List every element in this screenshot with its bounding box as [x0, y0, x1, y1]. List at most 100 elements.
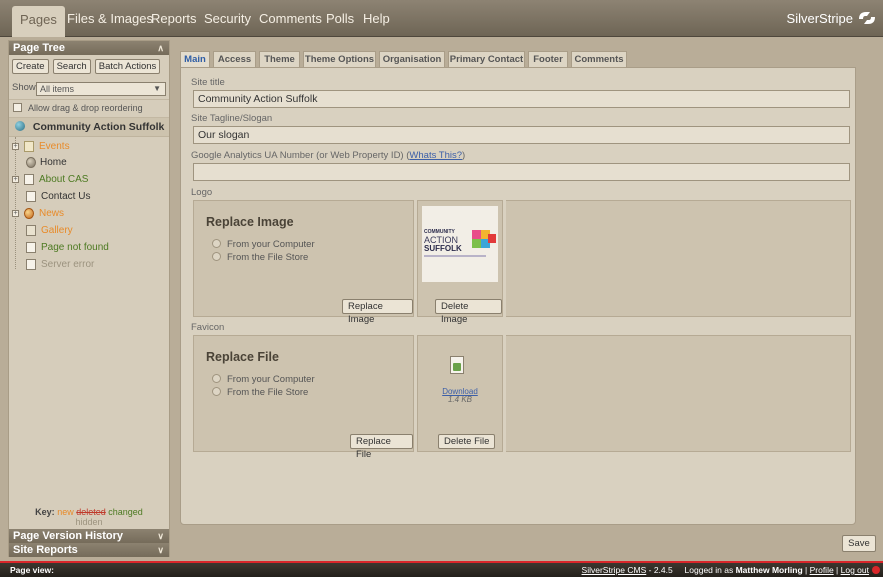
logo-label: Logo — [191, 187, 213, 198]
version-history-title: Page Version History — [13, 530, 124, 542]
tab-comments[interactable]: Comments — [571, 51, 627, 68]
nav-tab-pages[interactable]: Pages — [12, 6, 65, 37]
collapse-icon[interactable]: ∧ — [157, 41, 164, 55]
tab-primary-contact[interactable]: Primary Contact — [448, 51, 525, 68]
tree-item-news[interactable]: + News — [9, 205, 169, 222]
create-button[interactable]: Create — [12, 59, 49, 74]
page-tree: + Events Home + About CAS Contact Us + N… — [9, 137, 169, 277]
logo-from-computer-option[interactable]: From your Computer — [212, 239, 315, 250]
cms-version: - 2.4.5 — [646, 565, 673, 575]
puzzle-piece-icon — [472, 239, 481, 248]
tab-access[interactable]: Access — [213, 51, 256, 68]
tree-item-gallery[interactable]: Gallery — [9, 222, 169, 239]
radio-button[interactable] — [212, 387, 221, 396]
favicon-upload-box: Replace File From your Computer From the… — [193, 335, 414, 460]
save-button[interactable]: Save — [842, 535, 876, 552]
tree-root-label: Community Action Suffolk — [32, 121, 165, 133]
home-icon — [26, 157, 36, 168]
show-label: Show: — [12, 82, 39, 93]
show-select[interactable]: All items ▼ — [36, 82, 166, 96]
delete-image-button[interactable]: Delete Image — [435, 299, 502, 325]
drag-drop-checkbox[interactable] — [13, 103, 22, 112]
page-tree-header[interactable]: Page Tree ∧ — [9, 41, 169, 55]
file-size: 1.4 KB — [447, 395, 472, 404]
tree-item-about[interactable]: + About CAS — [9, 171, 169, 188]
radio-button[interactable] — [212, 374, 221, 383]
globe-icon — [15, 121, 25, 131]
delete-file-button[interactable]: Delete File — [438, 434, 496, 449]
nav-tab-help[interactable]: Help — [355, 5, 398, 33]
logo-thumbnail: COMMUNITY ACTION SUFFOLK — [422, 206, 498, 282]
tree-item-events[interactable]: + Events — [9, 138, 169, 155]
page-view-label: Page view: — [10, 565, 54, 575]
tree-root[interactable]: Community Action Suffolk — [9, 118, 169, 137]
tree-item-contact[interactable]: Contact Us — [9, 188, 169, 205]
replace-image-button[interactable]: Replace Image — [342, 299, 413, 325]
page-icon — [26, 242, 36, 253]
ga-label-text: Google Analytics UA Number (or Web Prope… — [191, 150, 410, 161]
logo-preview-box: COMMUNITY ACTION SUFFOLK Delete Image — [417, 200, 503, 325]
radio-label: From the File Store — [227, 387, 309, 398]
favicon-from-filestore-option[interactable]: From the File Store — [212, 387, 308, 398]
key-changed: changed — [108, 507, 143, 517]
tree-item-label: Events — [39, 141, 70, 152]
logged-in-prefix: Logged in as — [684, 565, 736, 575]
logo-upload-box: Replace Image From your Computer From th… — [193, 200, 414, 325]
tab-theme[interactable]: Theme — [259, 51, 300, 68]
logo-strapline-bar — [424, 255, 486, 257]
tree-item-home[interactable]: Home — [9, 154, 169, 171]
site-title-label: Site title — [191, 77, 225, 88]
page-icon — [26, 259, 36, 270]
expand-icon[interactable]: ∨ — [157, 543, 164, 557]
drag-drop-option[interactable]: Allow drag & drop reordering — [9, 99, 169, 118]
replace-image-title: Replace Image — [206, 215, 294, 229]
expand-icon[interactable]: + — [12, 176, 19, 183]
user-name: Matthew Morling — [735, 565, 803, 575]
tab-footer[interactable]: Footer — [528, 51, 568, 68]
gallery-icon — [26, 225, 36, 236]
logo-from-filestore-option[interactable]: From the File Store — [212, 252, 308, 263]
cms-link[interactable]: SilverStripe CMS — [582, 565, 647, 575]
logo-text-action: ACTION — [424, 235, 459, 245]
puzzle-piece-icon — [488, 234, 496, 243]
replace-file-button[interactable]: Replace File — [350, 434, 413, 460]
radio-button[interactable] — [212, 252, 221, 261]
favicon-label: Favicon — [191, 322, 225, 333]
favicon-row-fill — [506, 335, 851, 452]
favicon-from-computer-option[interactable]: From your Computer — [212, 374, 315, 385]
tab-organisation[interactable]: Organisation — [379, 51, 445, 68]
ga-label-close: ) — [462, 150, 466, 161]
radio-button[interactable] — [212, 239, 221, 248]
version-history-header[interactable]: Page Version History ∨ — [9, 529, 169, 543]
page-icon — [26, 191, 36, 202]
whats-this-link[interactable]: Whats This? — [409, 150, 462, 161]
site-reports-header[interactable]: Site Reports ∨ — [9, 543, 169, 557]
tab-theme-options[interactable]: Theme Options — [303, 51, 376, 68]
site-title-input[interactable]: Community Action Suffolk — [193, 90, 850, 108]
calendar-icon — [24, 141, 34, 152]
tree-item-label: Gallery — [41, 225, 73, 236]
nav-tab-security[interactable]: Security — [196, 5, 259, 33]
radio-label: From your Computer — [227, 374, 315, 385]
search-button[interactable]: Search — [52, 59, 91, 74]
key-new: new — [57, 507, 74, 517]
tree-item-page-not-found[interactable]: Page not found — [9, 239, 169, 256]
expand-icon[interactable]: + — [12, 210, 19, 217]
tree-toolbar: Create Search Batch Actions — [9, 55, 169, 79]
replace-file-title: Replace File — [206, 350, 279, 364]
status-indicator-icon — [872, 566, 880, 574]
silverstripe-logo-icon — [859, 12, 875, 24]
batch-actions-button[interactable]: Batch Actions — [94, 59, 161, 74]
tagline-input[interactable]: Our slogan — [193, 126, 850, 144]
puzzle-piece-icon — [472, 230, 481, 239]
news-icon — [24, 208, 34, 219]
expand-icon[interactable]: ∨ — [157, 529, 164, 543]
show-select-value: All items — [40, 84, 75, 94]
left-sidebar: Page Tree ∧ Create Search Batch Actions … — [8, 40, 170, 557]
profile-link[interactable]: Profile — [810, 565, 834, 575]
expand-icon[interactable]: + — [12, 143, 19, 150]
ga-input[interactable] — [193, 163, 850, 181]
logout-link[interactable]: Log out — [841, 565, 869, 575]
tree-item-server-error[interactable]: Server error — [9, 256, 169, 273]
tree-item-label: Server error — [41, 259, 95, 270]
